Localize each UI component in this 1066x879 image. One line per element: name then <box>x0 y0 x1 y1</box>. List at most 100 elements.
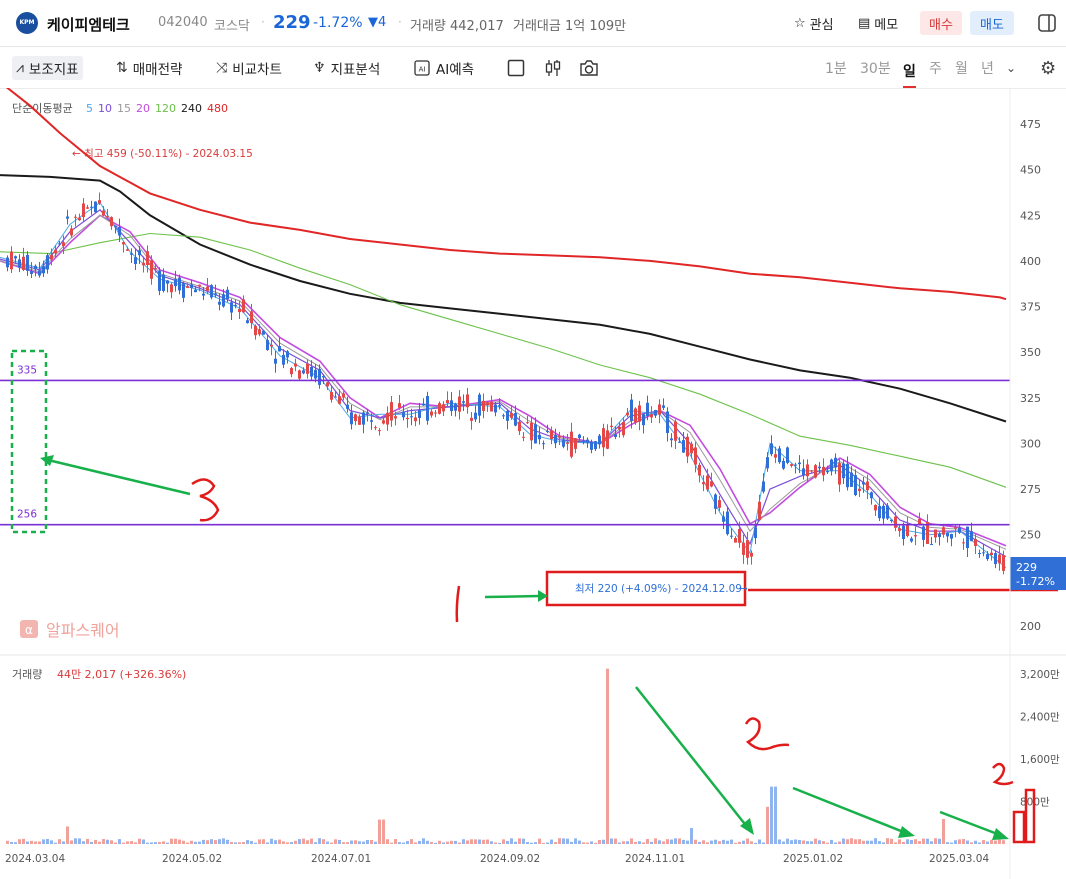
volume-bar <box>838 841 841 844</box>
volume-bar <box>614 838 617 844</box>
volume-bar <box>686 840 689 844</box>
candle-body <box>650 414 653 418</box>
candle-body <box>258 329 261 335</box>
candle-body <box>206 286 209 291</box>
volume-bar <box>582 842 585 844</box>
candle-analysis-icon: ♆ <box>313 60 326 76</box>
candle-body <box>582 440 585 442</box>
candle-body <box>346 404 349 409</box>
high-price-label: ← 최고 459 (-50.11%) - 2024.03.15 <box>72 148 253 160</box>
shuffle-icon: ⤨ <box>216 60 228 76</box>
candle-body <box>742 542 745 555</box>
volume-bar <box>786 838 789 844</box>
candle-body <box>622 422 625 436</box>
chevron-down-icon[interactable]: ⌄ <box>1006 56 1016 80</box>
ma-legend-period: 15 <box>117 102 131 115</box>
y-tick-label: 300 <box>1020 437 1041 450</box>
volume-bar <box>866 840 869 844</box>
candle-body <box>62 242 65 247</box>
candle-body <box>878 506 881 519</box>
volume-bar <box>978 842 981 844</box>
gear-icon[interactable]: ⚙ <box>1040 58 1056 79</box>
indicators-label: 보조지표 <box>28 62 79 78</box>
volume-bar <box>178 839 181 844</box>
sell-button[interactable]: 매도 <box>970 11 1014 35</box>
candle-body <box>558 435 561 438</box>
analysis-button[interactable]: ♆ 지표분석 <box>313 56 380 80</box>
volume-bar <box>802 840 805 844</box>
volume-bar <box>6 840 9 844</box>
candle-body <box>102 210 105 216</box>
volume-bar <box>998 839 1001 844</box>
volume-bar <box>46 838 49 844</box>
candle-body <box>94 201 97 213</box>
compare-label: 비교차트 <box>232 62 282 78</box>
candle-body <box>766 457 769 469</box>
volume-bar <box>190 840 193 844</box>
volume-bar <box>650 841 653 844</box>
candle-body <box>314 369 317 379</box>
compare-button[interactable]: ⤨ 비교차트 <box>216 56 282 80</box>
volume-bar <box>762 842 765 844</box>
volume-bar <box>402 842 405 844</box>
candle-body <box>782 460 785 469</box>
period-week[interactable]: 주 <box>929 56 942 80</box>
period-1min[interactable]: 1분 <box>825 56 847 80</box>
candle-body <box>750 552 753 557</box>
candle-body <box>122 242 125 245</box>
volume-bar <box>810 841 813 844</box>
screenshot-button[interactable] <box>578 56 600 80</box>
square-tool-button[interactable] <box>507 56 525 80</box>
memo-button[interactable]: ▤ 메모 <box>858 11 898 35</box>
amount-text: 거래대금 1억 109만 <box>513 19 627 34</box>
analysis-label: 지표분석 <box>330 62 381 78</box>
strategy-button[interactable]: ⇅ 매매전략 <box>116 56 182 80</box>
volume-bar <box>254 842 257 844</box>
x-tick-label: 2024.05.02 <box>162 853 222 865</box>
volume-bar <box>818 840 821 844</box>
volume-bar <box>918 841 921 844</box>
green-arrow-volume2 <box>792 786 907 835</box>
volume-bar <box>870 840 873 844</box>
period-day[interactable]: 일 <box>903 56 916 88</box>
volume-bar <box>834 842 837 844</box>
change-percent: -1.72% <box>313 15 363 31</box>
period-30min[interactable]: 30분 <box>860 56 891 80</box>
candle-body <box>514 413 517 426</box>
period-year[interactable]: 년 <box>981 56 994 80</box>
candle-body <box>22 256 25 270</box>
candle-type-button[interactable] <box>543 56 563 80</box>
ai-predict-button[interactable]: AI AI예측 <box>413 56 474 80</box>
candle-body <box>586 439 589 443</box>
period-month[interactable]: 월 <box>955 56 968 80</box>
volume-bar <box>934 838 937 844</box>
candle-body <box>18 259 21 268</box>
indicators-button[interactable]: ⩘ 보조지표 <box>12 56 83 80</box>
volume-bar <box>166 842 169 844</box>
candle-body <box>538 434 541 440</box>
volume-bar <box>374 841 377 844</box>
volume-bar <box>826 842 829 844</box>
volume-bar <box>346 842 349 844</box>
candle-body <box>670 438 673 441</box>
candle-body <box>302 370 305 374</box>
candle-body <box>498 405 501 407</box>
candle-body <box>854 475 857 496</box>
y-tick-label: 325 <box>1020 392 1041 405</box>
candle-body <box>334 396 337 398</box>
candle-body <box>910 538 913 542</box>
volume-bar <box>210 839 213 844</box>
candle-body <box>138 250 141 256</box>
buy-button[interactable]: 매수 <box>920 11 962 35</box>
candle-body <box>394 416 397 419</box>
favorite-button[interactable]: ☆ 관심 <box>794 11 834 35</box>
candle-body <box>754 527 757 539</box>
volume-bar <box>118 839 121 844</box>
volume-bar <box>570 841 573 844</box>
volume-bar <box>270 838 273 844</box>
side-panel-toggle-icon[interactable] <box>1038 11 1060 35</box>
price-chart[interactable]: 단순이동평균 5 10 15 20 120 240 480 475 450 425 400 375 3… <box>0 88 1066 879</box>
candle-body <box>914 535 917 537</box>
volume-bar <box>182 840 185 844</box>
candle-body <box>162 274 165 292</box>
